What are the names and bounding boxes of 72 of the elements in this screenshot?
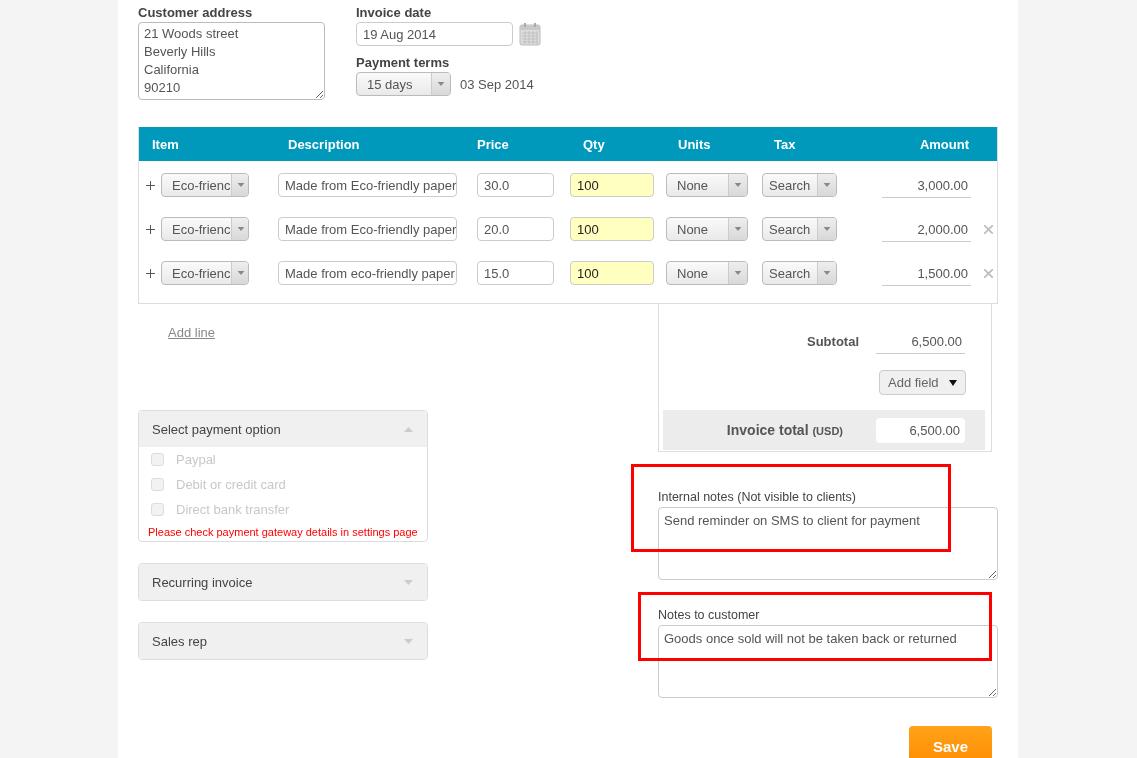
caret-up-icon (404, 426, 413, 432)
due-date: 03 Sep 2014 (460, 76, 534, 92)
notes-label: Internal notes (Not visible to clients) (658, 490, 857, 505)
notes-field[interactable]: Goods once sold will not be taken back or returned (658, 625, 998, 698)
date-field[interactable]: 19 Aug 2014 (356, 22, 513, 46)
caret-icon (817, 174, 836, 196)
tax-dropdown[interactable]: Search (762, 261, 837, 285)
caret-down-icon (404, 579, 413, 585)
caret-icon (949, 379, 957, 386)
description-field[interactable]: Made from eco-friendly paper (278, 261, 457, 285)
price-field[interactable]: 15.0 (477, 261, 554, 285)
column-header: Amount (918, 136, 970, 152)
column-header: Tax (773, 136, 797, 152)
column-header: Price (477, 136, 510, 152)
amount-field: 2,000.00 (882, 216, 971, 242)
price-field[interactable]: 30.0 (477, 173, 554, 197)
units-dropdown[interactable]: None (666, 217, 748, 241)
add-line-link[interactable]: Add line (168, 325, 215, 340)
notes-label: Notes to customer (658, 608, 761, 623)
item-dropdown[interactable]: Eco-frienc (161, 261, 249, 285)
total-label: Invoice total (USD) (726, 422, 843, 438)
panel-title: Recurring invoice (152, 574, 253, 590)
add-field-dropdown[interactable]: Add field (879, 370, 966, 395)
quantity-field[interactable]: 100 (570, 261, 654, 285)
caret-icon (230, 262, 248, 284)
item-dropdown[interactable]: Eco-frienc (161, 173, 249, 197)
plus-icon[interactable] (146, 268, 155, 278)
column-header: Units (677, 136, 712, 152)
field-label: Customer address (138, 5, 254, 21)
units-dropdown[interactable]: None (666, 173, 748, 197)
panel-header[interactable]: Recurring invoice (139, 564, 427, 600)
panel-title: Select payment option (152, 421, 281, 437)
terms-dropdown[interactable]: 15 days (356, 72, 451, 96)
caret-icon (728, 262, 747, 284)
column-header: Qty (582, 136, 606, 152)
close-icon[interactable] (984, 268, 993, 278)
field-label: Payment terms (356, 55, 451, 71)
panel-header[interactable]: Select payment option (139, 411, 427, 447)
panel-header[interactable]: Sales rep (139, 623, 427, 659)
amount-field: 1,500.00 (882, 260, 971, 286)
close-icon[interactable] (984, 224, 993, 234)
subtotal-value: 6,500.00 (876, 328, 965, 354)
caret-icon (431, 73, 450, 95)
plus-icon[interactable] (146, 180, 155, 190)
calendar-icon[interactable] (519, 22, 541, 46)
address-field[interactable]: 21 Woods street Beverly Hills California 90210 (138, 22, 325, 100)
notes-field[interactable]: Send reminder on SMS to client for payment (658, 507, 998, 580)
caret-icon (728, 174, 747, 196)
column-header: Description (287, 136, 361, 152)
panel-title: Sales rep (152, 633, 207, 649)
caret-icon (817, 218, 836, 240)
warning-text: Please check payment gateway details in settings page (147, 525, 419, 540)
description-field[interactable]: Made from Eco-friendly paper (278, 173, 457, 197)
quantity-field[interactable]: 100 (570, 173, 654, 197)
caret-icon (728, 218, 747, 240)
amount-field: 3,000.00 (882, 172, 971, 198)
tax-dropdown[interactable]: Search (762, 173, 837, 197)
units-dropdown[interactable]: None (666, 261, 748, 285)
caret-icon (230, 218, 248, 240)
plus-icon[interactable] (146, 224, 155, 234)
total-value: 6,500.00 (876, 417, 965, 443)
description-field[interactable]: Made from Eco-friendly paper (278, 217, 457, 241)
caret-icon (230, 174, 248, 196)
tax-dropdown[interactable]: Search (762, 217, 837, 241)
caret-down-icon (404, 638, 413, 644)
caret-icon (817, 262, 836, 284)
field-label: Invoice date (356, 5, 433, 21)
quantity-field[interactable]: 100 (570, 217, 654, 241)
price-field[interactable]: 20.0 (477, 217, 554, 241)
subtotal-label: Subtotal (807, 333, 859, 349)
column-header: Item (151, 136, 180, 152)
item-dropdown[interactable]: Eco-frienc (161, 217, 249, 241)
